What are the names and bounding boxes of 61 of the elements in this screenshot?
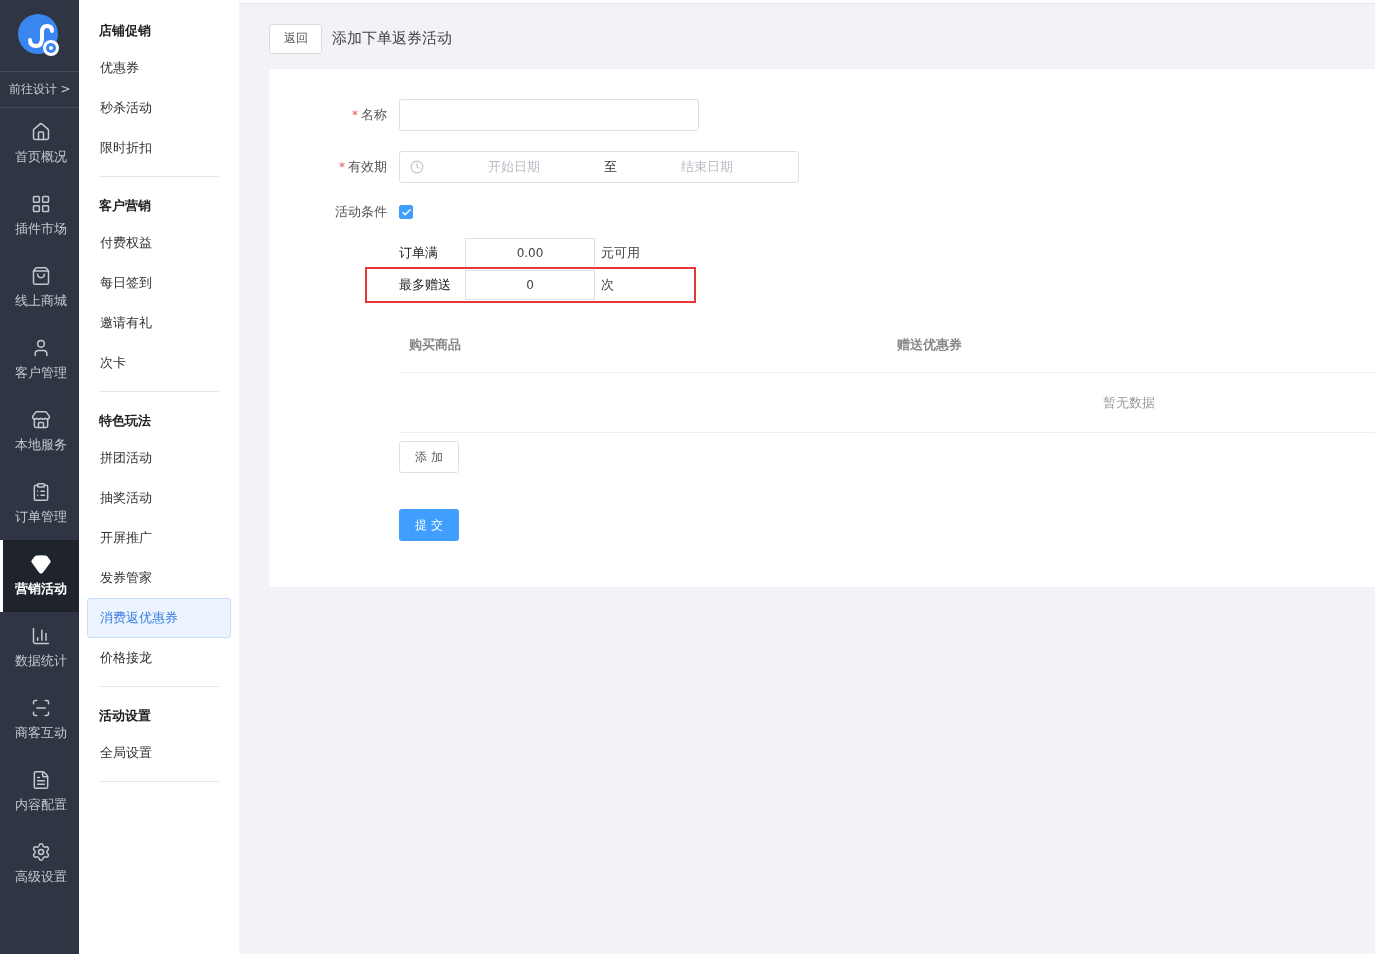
user-icon xyxy=(31,338,51,358)
name-input[interactable] xyxy=(399,99,699,131)
submenu-item[interactable]: 全局设置 xyxy=(99,733,219,773)
submenu-item[interactable]: 开屏推广 xyxy=(99,518,219,558)
nav-item[interactable]: 首页概况 xyxy=(0,108,79,180)
condition-label: 最多赠送 xyxy=(399,276,452,294)
clock-icon xyxy=(410,160,424,174)
nav-item[interactable]: 商客互动 xyxy=(0,684,79,756)
menu-group-title: 活动设置 xyxy=(99,707,152,725)
condition-label: 订单满 xyxy=(399,244,439,262)
submenu-item[interactable]: 抽奖活动 xyxy=(99,478,219,518)
grid-icon xyxy=(31,194,51,214)
bar-chart-icon xyxy=(31,626,51,646)
menu-group-title: 店铺促销 xyxy=(99,22,152,40)
required-mark: * xyxy=(339,160,345,174)
field-label: 有效期 xyxy=(348,158,388,176)
field-label: 名称 xyxy=(361,106,388,124)
condition-checkbox[interactable] xyxy=(399,205,413,219)
number-input[interactable]: 0.00 xyxy=(465,238,595,268)
menu-group-title: 客户营销 xyxy=(99,197,152,215)
document-icon xyxy=(31,770,51,790)
column-header: 赠送优惠券 xyxy=(896,335,962,354)
settings-icon xyxy=(31,842,51,862)
column-header: 购买商品 xyxy=(408,335,462,354)
nav-item[interactable]: 订单管理 xyxy=(0,468,79,540)
submenu-item[interactable]: 拼团活动 xyxy=(99,438,219,478)
unit-label: 次 xyxy=(601,276,614,294)
nav-item[interactable]: 数据统计 xyxy=(0,612,79,684)
nav-item[interactable]: 营销活动 xyxy=(0,540,79,612)
submenu-item[interactable]: 发券管家 xyxy=(99,558,219,598)
submenu-item[interactable]: 限时折扣 xyxy=(99,128,219,168)
submenu-item[interactable]: 付费权益 xyxy=(99,223,219,263)
submenu-item[interactable]: 价格接龙 xyxy=(99,638,219,678)
field-label: 活动条件 xyxy=(334,203,388,221)
back-button[interactable]: 返回 xyxy=(269,23,322,54)
store-icon xyxy=(31,410,51,430)
submenu-item[interactable]: 秒杀活动 xyxy=(99,88,219,128)
submenu-item[interactable]: 消费返优惠券 xyxy=(87,598,231,638)
menu-group-title: 特色玩法 xyxy=(99,412,152,430)
unit-label: 元可用 xyxy=(601,244,640,262)
bag-icon xyxy=(31,266,51,286)
add-button[interactable]: 添 加 xyxy=(399,441,459,473)
submenu-item[interactable]: 邀请有礼 xyxy=(99,303,219,343)
page-title: 添加下单返券活动 xyxy=(332,29,452,48)
nav-item[interactable]: 高级设置 xyxy=(0,828,79,900)
scan-icon xyxy=(31,698,51,718)
submenu-item[interactable]: 优惠券 xyxy=(99,48,219,88)
submenu-item[interactable]: 每日签到 xyxy=(99,263,219,303)
house-icon xyxy=(31,122,51,142)
nav-item[interactable]: 客户管理 xyxy=(0,324,79,396)
submenu-item[interactable]: 次卡 xyxy=(99,343,219,383)
nav-item[interactable]: 插件市场 xyxy=(0,180,79,252)
empty-text: 暂无数据 xyxy=(1103,393,1155,412)
number-input[interactable]: 0 xyxy=(465,270,595,300)
nav-item[interactable]: 本地服务 xyxy=(0,396,79,468)
date-range-field[interactable]: 开始日期 至 结束日期 xyxy=(399,151,799,183)
nav-item[interactable]: 内容配置 xyxy=(0,756,79,828)
diamond-icon xyxy=(31,554,51,574)
nav-item[interactable]: 线上商城 xyxy=(0,252,79,324)
required-mark: * xyxy=(352,108,358,122)
clipboard-icon xyxy=(31,482,51,502)
